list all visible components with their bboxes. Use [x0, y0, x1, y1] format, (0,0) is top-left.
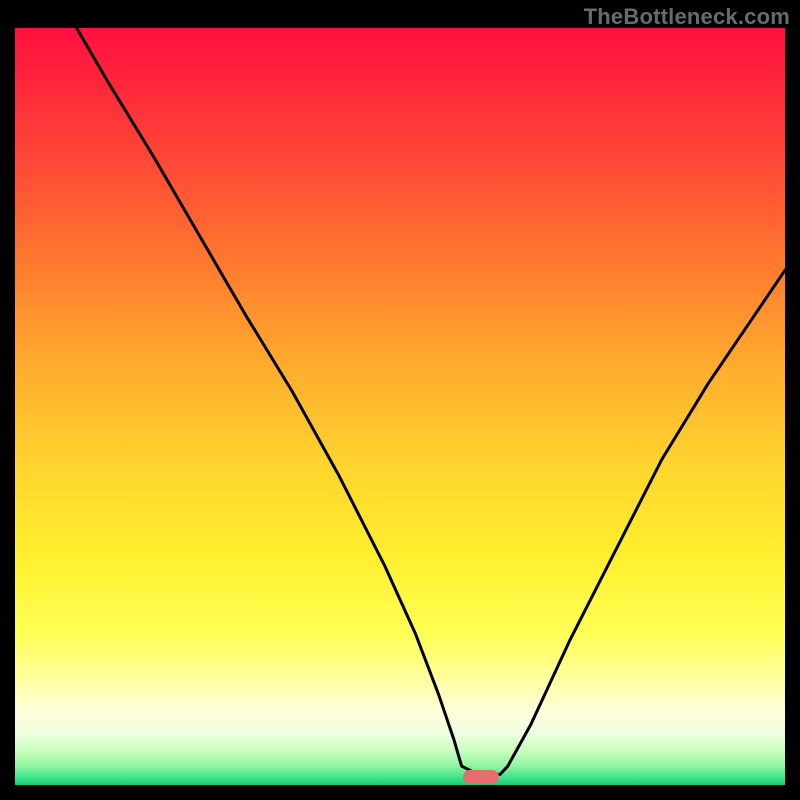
watermark-text: TheBottleneck.com	[584, 4, 790, 30]
chart-frame: TheBottleneck.com	[0, 0, 800, 800]
chart-background-gradient	[15, 28, 785, 785]
optimal-marker	[463, 770, 499, 784]
chart-svg	[15, 28, 785, 785]
plot-area	[15, 28, 785, 785]
